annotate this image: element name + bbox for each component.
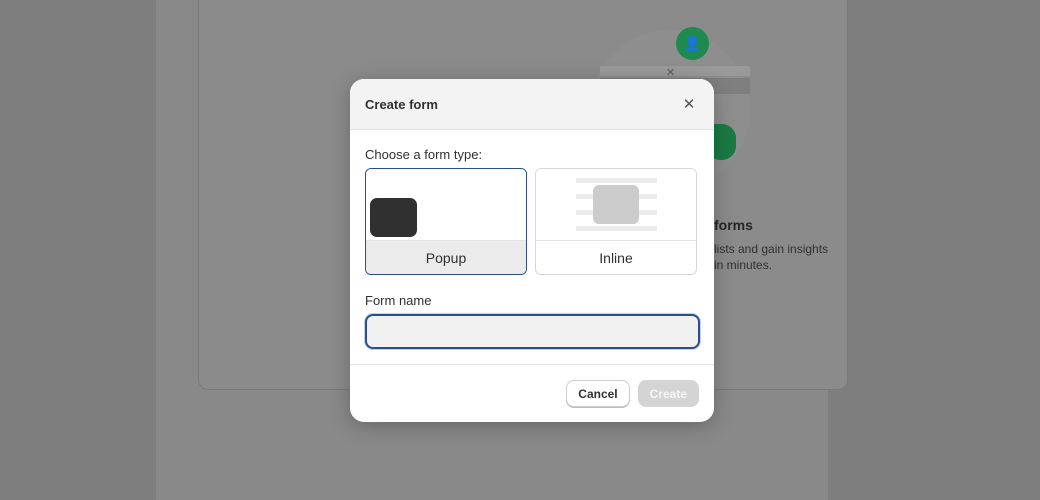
inline-preview-icon (593, 185, 639, 224)
popup-preview (366, 169, 526, 240)
form-type-popup-label: Popup (366, 240, 526, 274)
inline-preview (536, 169, 696, 240)
close-icon: ✕ (682, 96, 696, 113)
background-heading: forms (714, 217, 753, 233)
popup-preview-icon (370, 198, 417, 237)
create-form-modal: Create form ✕ Choose a form type: Popup (350, 79, 714, 422)
background-description: lists and gain insights (714, 242, 828, 256)
modal-footer: Cancel Create (350, 364, 714, 422)
close-button[interactable]: ✕ (679, 94, 699, 114)
illustration-close-icon: ✕ (666, 67, 676, 79)
cancel-button[interactable]: Cancel (566, 380, 630, 407)
form-type-options: Popup Inline (365, 168, 699, 275)
form-type-label: Choose a form type: (365, 147, 483, 162)
form-name-input[interactable] (365, 314, 700, 349)
form-name-label: Form name (365, 293, 432, 308)
form-type-inline[interactable]: Inline (535, 168, 697, 275)
background-text-clip: forms lists and gain insights in minutes… (714, 200, 828, 300)
background-description: in minutes. (714, 258, 773, 272)
form-type-inline-label: Inline (536, 240, 696, 274)
modal-body: Choose a form type: Popup Inline Form na… (350, 130, 714, 349)
form-type-popup[interactable]: Popup (365, 168, 527, 275)
modal-title: Create form (365, 96, 438, 112)
modal-header: Create form ✕ (350, 79, 714, 130)
add-person-icon: 👤 (676, 27, 709, 60)
create-button[interactable]: Create (637, 380, 699, 407)
